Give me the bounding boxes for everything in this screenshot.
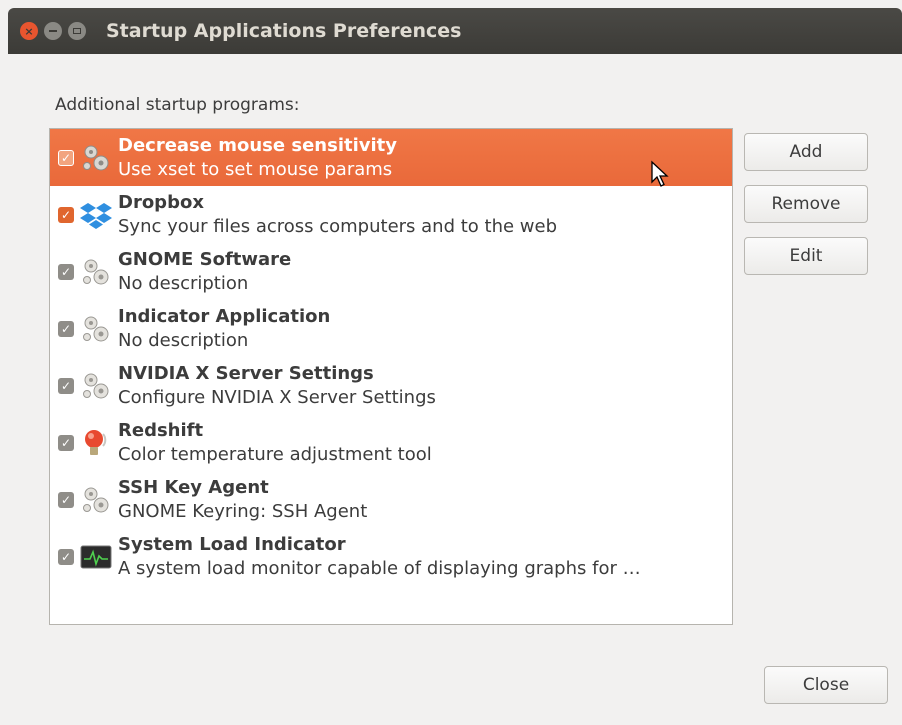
mouse-pointer-icon	[650, 160, 670, 192]
minimize-window-button[interactable]	[44, 22, 62, 40]
app-description: GNOME Keyring: SSH Agent	[118, 500, 368, 522]
enabled-checkbox[interactable]: ✓	[58, 206, 74, 223]
enabled-checkbox[interactable]: ✓	[58, 149, 74, 166]
startup-programs-list[interactable]: ✓ Decrease mouse sensitivity Use xset to…	[49, 128, 733, 625]
app-name: Decrease mouse sensitivity	[118, 134, 397, 156]
list-item[interactable]: ✓ Decrease mouse sensitivity Use xset to…	[50, 129, 732, 186]
list-item[interactable]: ✓ SSH Key Agent GNOME Keyring: SSH Agent	[50, 471, 732, 528]
app-name: Redshift	[118, 419, 204, 441]
app-description: Sync your files across computers and to …	[118, 215, 558, 237]
startup-applications-window: × Startup Applications Preferences Addit…	[0, 0, 902, 725]
gears-icon	[78, 311, 114, 347]
app-name: GNOME Software	[118, 248, 292, 270]
edit-button[interactable]: Edit	[744, 237, 868, 275]
gears-icon	[78, 368, 114, 404]
app-description: A system load monitor capable of display…	[118, 557, 641, 579]
app-name: Indicator Application	[118, 305, 331, 327]
list-item[interactable]: ✓ Redshift Color temperature adjustment …	[50, 414, 732, 471]
close-window-button[interactable]: ×	[20, 22, 38, 40]
app-name: SSH Key Agent	[118, 476, 269, 498]
maximize-icon	[73, 28, 81, 34]
enabled-checkbox[interactable]: ✓	[58, 434, 74, 451]
list-item[interactable]: ✓ Indicator Application No description	[50, 300, 732, 357]
close-icon: ×	[24, 24, 34, 38]
app-description: No description	[118, 329, 249, 351]
app-name: System Load Indicator	[118, 533, 346, 555]
list-item[interactable]: ✓ NVIDIA X Server Settings Configure NVI…	[50, 357, 732, 414]
list-item[interactable]: ✓ GNOME Software No description	[50, 243, 732, 300]
system-monitor-icon	[78, 539, 114, 575]
app-description: Use xset to set mouse params	[118, 158, 393, 180]
enabled-checkbox[interactable]: ✓	[58, 377, 74, 394]
dropbox-icon	[78, 197, 114, 233]
enabled-checkbox[interactable]: ✓	[58, 263, 74, 280]
list-item[interactable]: ✓ Dropbox Sync your files across compute…	[50, 186, 732, 243]
enabled-checkbox[interactable]: ✓	[58, 548, 74, 565]
window-title: Startup Applications Preferences	[106, 20, 462, 42]
app-name: NVIDIA X Server Settings	[118, 362, 374, 384]
title-bar: × Startup Applications Preferences	[8, 8, 902, 54]
app-description: Color temperature adjustment tool	[118, 443, 432, 465]
gears-icon	[78, 140, 114, 176]
app-description: No description	[118, 272, 249, 294]
list-label: Additional startup programs:	[55, 95, 300, 115]
remove-button[interactable]: Remove	[744, 185, 868, 223]
close-button[interactable]: Close	[764, 666, 888, 704]
app-name: Dropbox	[118, 191, 204, 213]
list-item[interactable]: ✓ System Load Indicator A system load mo…	[50, 528, 732, 585]
gears-icon	[78, 254, 114, 290]
add-button[interactable]: Add	[744, 133, 868, 171]
minimize-icon	[49, 30, 57, 32]
maximize-window-button[interactable]	[68, 22, 86, 40]
gears-icon	[78, 482, 114, 518]
enabled-checkbox[interactable]: ✓	[58, 320, 74, 337]
app-description: Configure NVIDIA X Server Settings	[118, 386, 436, 408]
enabled-checkbox[interactable]: ✓	[58, 491, 74, 508]
redshift-bulb-icon	[78, 425, 114, 461]
